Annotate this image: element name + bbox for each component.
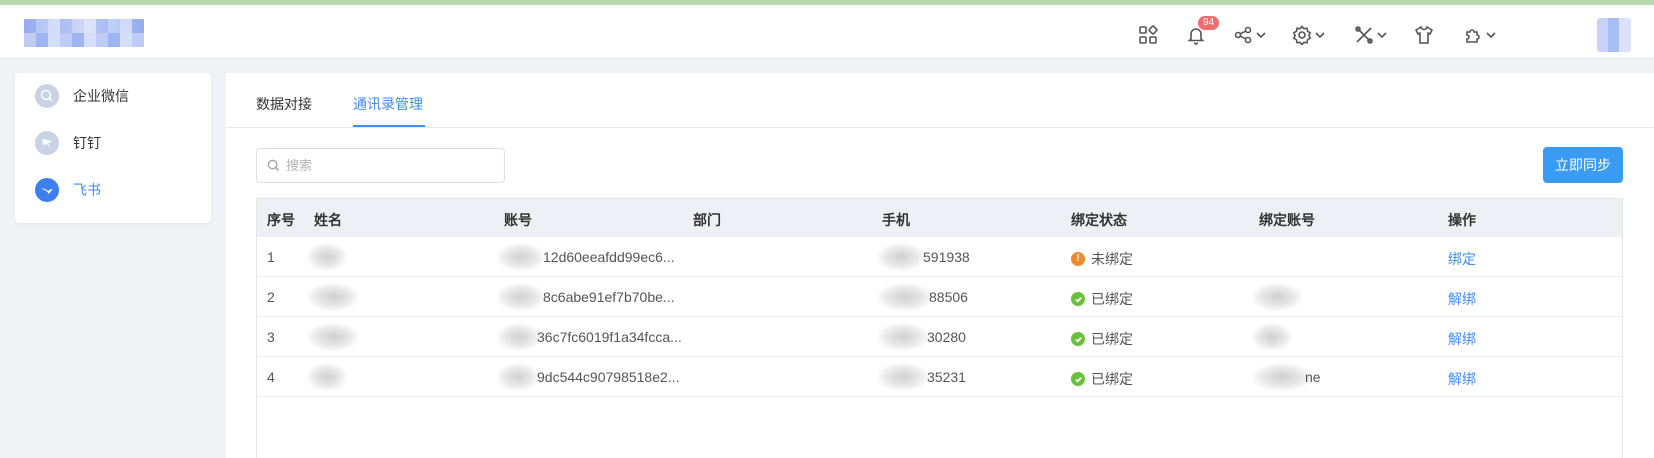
- column-header-actions: 操作: [1448, 212, 1476, 228]
- unbind-link[interactable]: 解绑: [1448, 329, 1476, 349]
- redacted-phone-prefix: [877, 363, 929, 391]
- account-value: 9dc544c90798518e2...: [537, 369, 680, 385]
- logo: [24, 19, 144, 47]
- bind-status-label: 已绑定: [1091, 291, 1133, 307]
- bind-status: 已绑定: [1071, 329, 1133, 349]
- chevron-down-icon: [1486, 32, 1496, 39]
- bind-status-label: 已绑定: [1091, 371, 1133, 387]
- avatar[interactable]: [1597, 18, 1631, 52]
- redacted-name: [307, 363, 347, 391]
- plugin-icon: [1466, 29, 1480, 43]
- share-icon: [1234, 26, 1252, 44]
- unbind-link[interactable]: 解绑: [1448, 289, 1476, 309]
- notification-badge: 94: [1198, 16, 1220, 30]
- column-header-index: 序号: [267, 212, 295, 228]
- table-row: 2 8c6abe91ef7b70be... 88506 已绑定 解绑: [257, 277, 1622, 317]
- sidebar-item-label: 钉钉: [73, 135, 101, 151]
- table-row: 4 9dc544c90798518e2... 35231 已绑定 ne 解绑: [257, 357, 1622, 397]
- sidebar: 企业微信 钉钉 飞书: [15, 73, 211, 223]
- contacts-table: 序号 姓名 账号 部门 手机 绑定状态 绑定账号 操作 1 12d60eeafd…: [256, 198, 1623, 458]
- redacted-bound-account: [1252, 323, 1292, 351]
- table-header: 序号 姓名 账号 部门 手机 绑定状态 绑定账号 操作: [257, 199, 1622, 237]
- account-value: 8c6abe91ef7b70be...: [543, 289, 675, 305]
- row-index: 3: [267, 329, 275, 345]
- chevron-down-icon: [1315, 32, 1325, 39]
- bound-account-value: ne: [1305, 369, 1321, 385]
- table-row: 1 12d60eeafdd99ec6... 591938 ! 未绑定 绑定: [257, 237, 1622, 277]
- notification-bell[interactable]: 94: [1186, 16, 1220, 47]
- bind-status: 已绑定: [1071, 289, 1133, 309]
- redacted-account-prefix: [497, 243, 545, 271]
- redacted-phone-prefix: [877, 243, 925, 271]
- phone-value: 30280: [927, 329, 966, 345]
- row-index: 1: [267, 249, 275, 265]
- redacted-account-prefix: [497, 283, 545, 311]
- redacted-account-prefix: [497, 323, 541, 351]
- settings-menu[interactable]: [1292, 23, 1325, 47]
- dingtalk-icon: [35, 131, 59, 155]
- sidebar-item-wecom[interactable]: 企业微信: [15, 73, 211, 119]
- share-menu[interactable]: [1233, 23, 1266, 47]
- column-header-bound-account: 绑定账号: [1259, 212, 1315, 228]
- bind-status: ! 未绑定: [1071, 249, 1133, 269]
- row-index: 2: [267, 289, 275, 305]
- tools-menu[interactable]: [1354, 23, 1387, 47]
- bind-status-label: 未绑定: [1091, 251, 1133, 267]
- column-header-department: 部门: [693, 212, 721, 228]
- active-tab-indicator: [353, 125, 425, 127]
- sidebar-item-label: 飞书: [73, 182, 101, 198]
- sidebar-item-feishu[interactable]: 飞书: [15, 167, 211, 213]
- warning-icon: !: [1071, 252, 1085, 266]
- check-circle-icon: [1071, 292, 1085, 306]
- wecom-icon: [35, 84, 59, 108]
- main-panel: 数据对接 通讯录管理 立即同步 序号 姓名 账号 部门 手机 绑定状态 绑定账号…: [226, 73, 1654, 458]
- bind-status: 已绑定: [1071, 369, 1133, 389]
- column-header-name: 姓名: [314, 212, 342, 228]
- redacted-account-prefix: [497, 363, 539, 391]
- account-value: 36c7fc6019f1a34fcca...: [537, 329, 682, 345]
- sync-now-button[interactable]: 立即同步: [1543, 147, 1623, 183]
- redacted-bound-account: [1252, 283, 1302, 311]
- sidebar-item-label: 企业微信: [73, 88, 129, 104]
- table-row: 3 36c7fc6019f1a34fcca... 30280 已绑定 解绑: [257, 317, 1622, 357]
- redacted-name: [307, 283, 359, 311]
- apps-icon[interactable]: [1138, 23, 1158, 47]
- search-box[interactable]: [256, 148, 505, 183]
- phone-value: 88506: [929, 289, 968, 305]
- column-header-phone: 手机: [882, 212, 910, 228]
- phone-value: 591938: [923, 249, 970, 265]
- theme-button[interactable]: [1414, 23, 1434, 47]
- redacted-phone-prefix: [877, 283, 933, 311]
- bind-status-label: 已绑定: [1091, 331, 1133, 347]
- tab-contacts-management[interactable]: 通讯录管理: [353, 94, 423, 114]
- plugin-menu[interactable]: [1463, 23, 1496, 47]
- tab-bar: 数据对接 通讯录管理: [226, 73, 1654, 128]
- phone-value: 35231: [927, 369, 966, 385]
- tools-icon: [1355, 26, 1373, 44]
- check-circle-icon: [1071, 332, 1085, 346]
- redacted-name: [307, 243, 347, 271]
- account-value: 12d60eeafdd99ec6...: [543, 249, 675, 265]
- column-header-bind-status: 绑定状态: [1071, 212, 1127, 228]
- row-index: 4: [267, 369, 275, 385]
- check-circle-icon: [1071, 372, 1085, 386]
- gear-icon: [1292, 25, 1312, 45]
- unbind-link[interactable]: 解绑: [1448, 369, 1476, 389]
- chevron-down-icon: [1377, 32, 1387, 39]
- top-header: 94: [0, 5, 1654, 59]
- redacted-name: [307, 323, 359, 351]
- bind-link[interactable]: 绑定: [1448, 249, 1476, 269]
- search-input[interactable]: [286, 158, 486, 173]
- sidebar-item-dingtalk[interactable]: 钉钉: [15, 120, 211, 166]
- column-header-account: 账号: [504, 212, 532, 228]
- search-icon: [267, 159, 280, 172]
- chevron-down-icon: [1256, 32, 1266, 39]
- redacted-phone-prefix: [877, 323, 929, 351]
- redacted-bound-account: [1252, 363, 1312, 391]
- feishu-icon: [35, 178, 59, 202]
- shirt-icon: [1414, 25, 1434, 44]
- tab-data-integration[interactable]: 数据对接: [256, 94, 312, 114]
